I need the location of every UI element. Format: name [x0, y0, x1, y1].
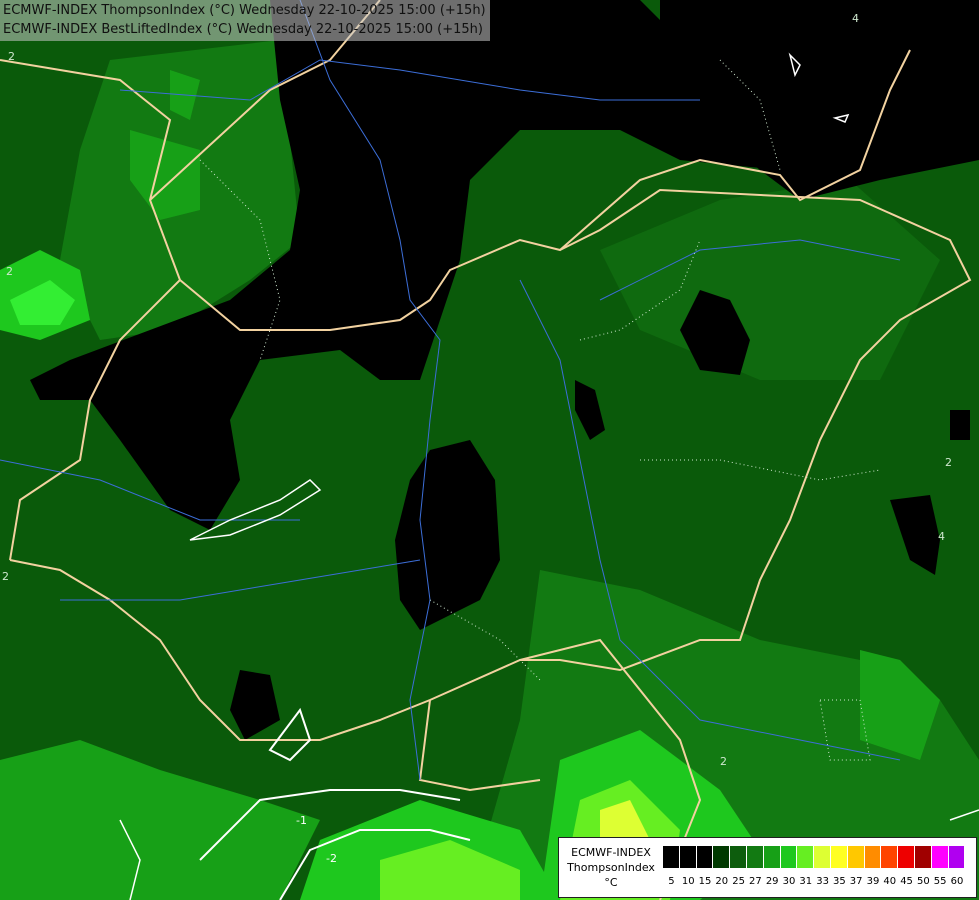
legend-tick: 29: [765, 876, 779, 887]
legend-tick: 45: [900, 876, 913, 887]
contour-label: 4: [938, 530, 945, 543]
legend-tick: 20: [715, 876, 729, 887]
legend-tick: 25: [732, 876, 745, 887]
legend-tick: 5: [668, 876, 675, 887]
legend-swatch: [746, 846, 764, 868]
legend-swatch: [780, 846, 798, 868]
legend-swatch: [864, 846, 882, 868]
legend-tick: 31: [799, 876, 813, 887]
weather-map: 4 2 2 2 4 2 -1 -2 2: [0, 0, 979, 900]
title-line-2: ECMWF-INDEX BestLiftedIndex (°C) Wednesd…: [3, 22, 483, 37]
contour-label: 2: [8, 50, 15, 63]
legend-tick: 55: [933, 876, 947, 887]
legend-unit: °C: [604, 876, 618, 889]
legend-swatch: [898, 846, 915, 868]
contour-label: 2: [6, 265, 13, 278]
legend-ticks: 5 10 15 20 25 27 29 30 31 33 35 37 39 40 45 50 55 60: [663, 876, 965, 887]
contour-label: 2: [945, 456, 952, 469]
contour-label: 4: [852, 12, 859, 25]
legend-tick: 30: [782, 876, 796, 887]
legend-tick: 40: [883, 876, 897, 887]
legend-model: ECMWF-INDEX: [571, 846, 651, 859]
legend-tick: 39: [866, 876, 880, 887]
legend-swatch: [847, 846, 865, 868]
legend-tick: 60: [950, 876, 964, 887]
legend-swatch: [679, 846, 697, 868]
legend-swatch: [881, 846, 899, 868]
legend-swatch: [696, 846, 714, 868]
color-legend: ECMWF-INDEX ThompsonIndex °C 5 10 15 20 25 27…: [558, 837, 977, 898]
legend-tick: 35: [833, 876, 846, 887]
contour-label: 2: [720, 755, 727, 768]
legend-tick: 27: [749, 876, 762, 887]
legend-tick: 15: [698, 876, 712, 887]
legend-swatch: [730, 846, 747, 868]
legend-swatch: [663, 846, 680, 868]
index-field-below-20-small3: [950, 410, 970, 440]
legend-swatch: [713, 846, 731, 868]
contour-label: -2: [326, 852, 337, 865]
title-line-1: ECMWF-INDEX ThompsonIndex (°C) Wednesday…: [3, 3, 486, 18]
legend-swatch: [948, 846, 966, 868]
legend-swatch: [830, 846, 848, 868]
map-title: ECMWF-INDEX ThompsonIndex (°C) Wednesday…: [0, 0, 490, 41]
legend-parameter: ThompsonIndex: [567, 861, 655, 874]
contour-label: 2: [2, 570, 9, 583]
legend-tick: 50: [916, 876, 930, 887]
legend-tick: 10: [681, 876, 695, 887]
legend-swatch: [797, 846, 815, 868]
contour-label: -1: [296, 814, 307, 827]
legend-swatch: [763, 846, 781, 868]
legend-tick: 37: [849, 876, 863, 887]
legend-tick: 33: [816, 876, 829, 887]
legend-swatches: [663, 846, 966, 868]
legend-swatch: [914, 846, 932, 868]
index-field-below-20-small5: [540, 30, 565, 55]
legend-swatch: [931, 846, 949, 868]
legend-swatch: [814, 846, 831, 868]
